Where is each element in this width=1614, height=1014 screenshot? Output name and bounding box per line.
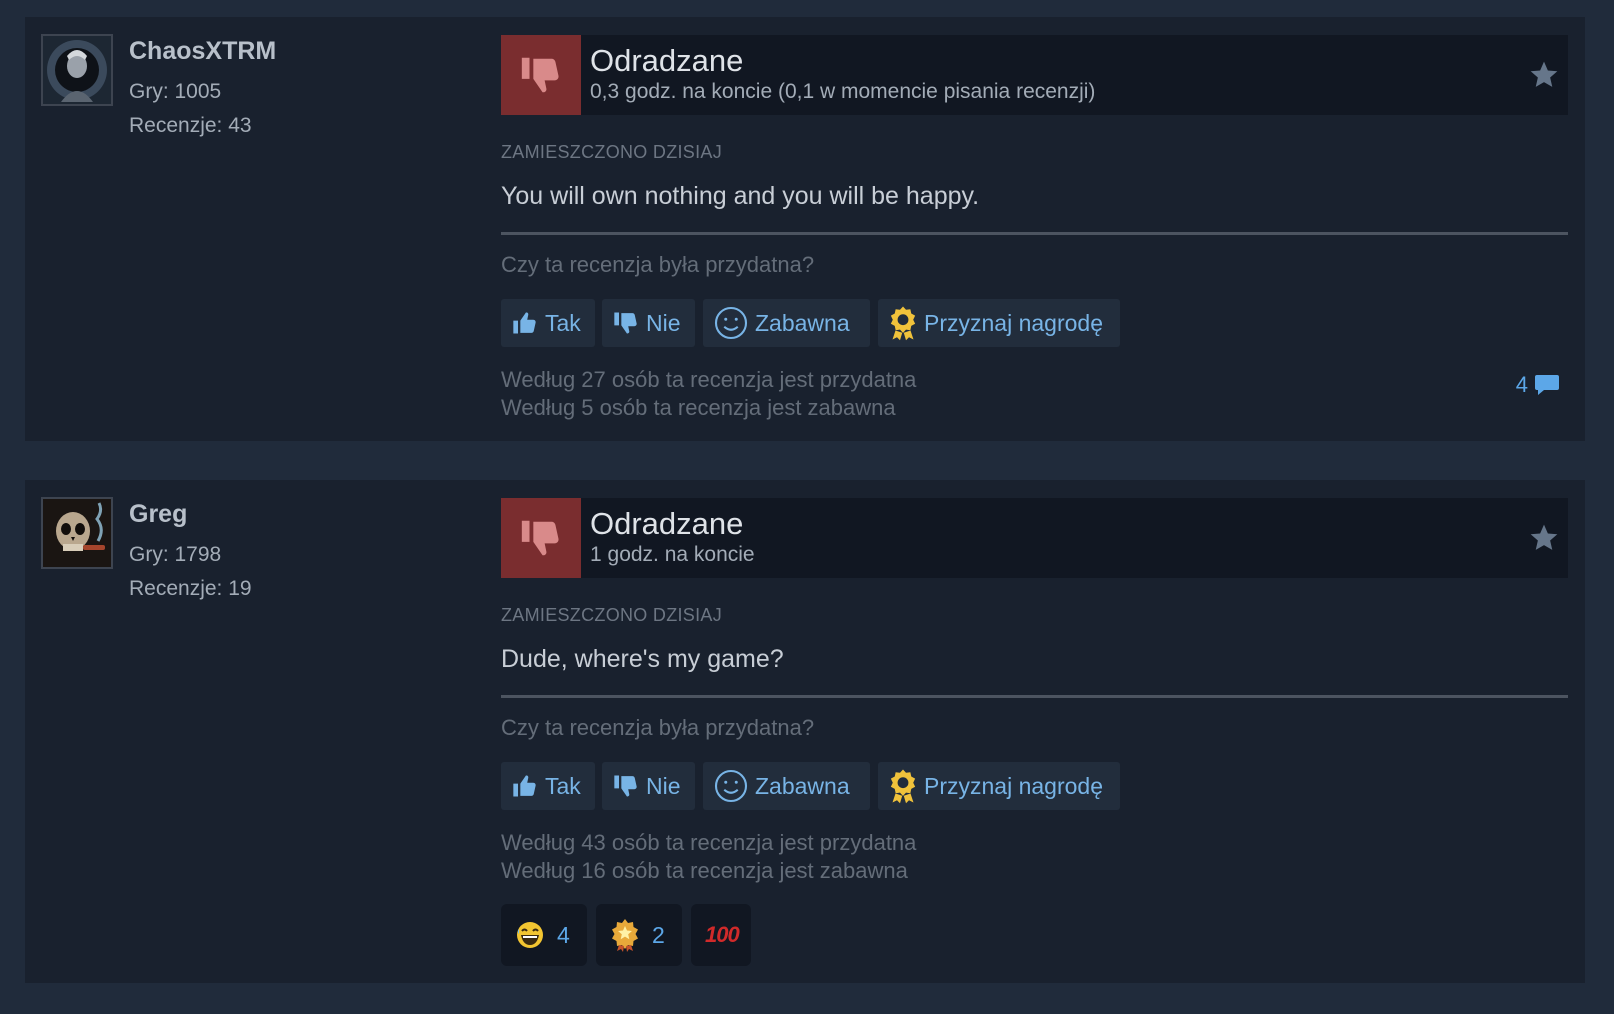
laughing-face-icon [517, 922, 543, 948]
divider [501, 232, 1568, 235]
vote-no-button[interactable]: Nie [602, 762, 695, 810]
helpful-question: Czy ta recenzja była przydatna? [501, 715, 815, 740]
thumbs-up-icon [511, 309, 539, 337]
award-icon [888, 768, 918, 804]
give-award-button[interactable]: Przyznaj nagrodę [878, 762, 1120, 810]
smiley-icon [713, 305, 749, 341]
hours-played: 0,3 godz. na koncie (0,1 w momencie pisa… [590, 80, 1096, 103]
vote-no-button[interactable]: Nie [602, 299, 695, 347]
hundred-points-icon: 100 [705, 922, 740, 947]
vote-yes-label: Tak [545, 309, 581, 336]
vote-funny-label: Zabawna [755, 309, 850, 336]
star-icon[interactable] [1528, 522, 1560, 554]
speech-bubble-icon [1535, 375, 1559, 395]
comments-count: 4 [1515, 372, 1528, 397]
reaction-laughing[interactable]: 4 [501, 904, 587, 966]
give-award-label: Przyznaj nagrodę [924, 772, 1103, 799]
vote-funny-label: Zabawna [755, 772, 850, 799]
username[interactable]: Greg [129, 500, 187, 529]
review-verdict: Odradzane [590, 506, 744, 541]
review-verdict: Odradzane [590, 43, 744, 78]
games-count[interactable]: Gry: 1798 [129, 543, 221, 567]
thumbs-down-icon [612, 772, 640, 800]
helpful-question: Czy ta recenzja była przydatna? [501, 252, 815, 277]
review-card: ChaosXTRM Gry: 1005 Recenzje: 43 Odradza… [25, 17, 1585, 441]
golden-star-award-icon [612, 919, 638, 952]
reviews-count[interactable]: Recenzje: 19 [129, 577, 252, 601]
username[interactable]: ChaosXTRM [129, 37, 276, 66]
reaction-golden-star[interactable]: 2 [596, 904, 682, 966]
helpful-stat: Według 27 osób ta recenzja jest przydatn… [501, 367, 917, 392]
review-header[interactable]: Odradzane 1 godz. na koncie [501, 498, 1568, 578]
vote-funny-button[interactable]: Zabawna [703, 299, 870, 347]
smiley-icon [713, 768, 749, 804]
vote-yes-label: Tak [545, 772, 581, 799]
star-icon[interactable] [1528, 59, 1560, 91]
give-award-button[interactable]: Przyznaj nagrodę [878, 299, 1120, 347]
review-card: Greg Gry: 1798 Recenzje: 19 Odradzane 1 … [25, 480, 1585, 983]
reviews-count[interactable]: Recenzje: 43 [129, 114, 252, 138]
helpful-stat: Według 43 osób ta recenzja jest przydatn… [501, 830, 917, 855]
review-header[interactable]: Odradzane 0,3 godz. na koncie (0,1 w mom… [501, 35, 1568, 115]
vote-yes-button[interactable]: Tak [501, 762, 595, 810]
review-text: You will own nothing and you will be hap… [501, 182, 980, 210]
vote-funny-button[interactable]: Zabawna [703, 762, 870, 810]
comments-link[interactable]: 4 [1516, 372, 1560, 398]
thumbs-down-icon [612, 309, 640, 337]
reaction-count: 2 [652, 921, 665, 948]
reaction-hundred[interactable]: 100 [691, 904, 751, 966]
posted-date: ZAMIESZCZONO DZISIAJ [501, 142, 723, 162]
reaction-count: 4 [557, 921, 570, 948]
give-award-label: Przyznaj nagrodę [924, 309, 1103, 336]
divider [501, 695, 1568, 698]
vote-yes-button[interactable]: Tak [501, 299, 595, 347]
games-count[interactable]: Gry: 1005 [129, 80, 221, 104]
thumbs-up-icon [511, 772, 539, 800]
funny-stat: Według 16 osób ta recenzja jest zabawna [501, 858, 908, 883]
vote-no-label: Nie [646, 309, 681, 336]
award-icon [888, 305, 918, 341]
not-recommended-badge [501, 498, 581, 578]
posted-date: ZAMIESZCZONO DZISIAJ [501, 605, 723, 625]
review-text: Dude, where's my game? [501, 645, 784, 673]
hours-played: 1 godz. na koncie [590, 543, 755, 566]
vote-no-label: Nie [646, 772, 681, 799]
thumbs-down-icon [521, 520, 559, 556]
skull-avatar-icon [43, 499, 111, 567]
user-avatar[interactable] [41, 34, 113, 106]
not-recommended-badge [501, 35, 581, 115]
avatar-portrait-icon [43, 36, 111, 104]
funny-stat: Według 5 osób ta recenzja jest zabawna [501, 395, 896, 420]
thumbs-down-icon [521, 57, 559, 93]
user-avatar[interactable] [41, 497, 113, 569]
